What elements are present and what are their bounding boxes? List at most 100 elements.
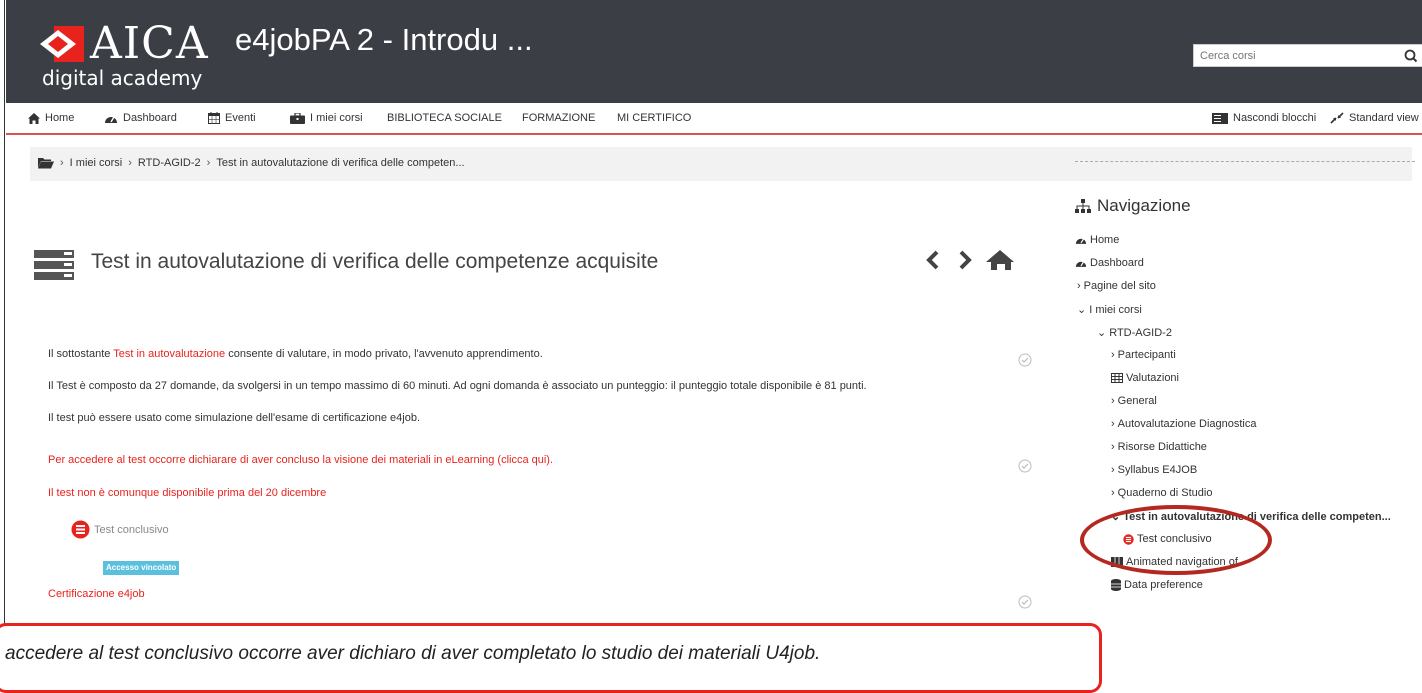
nav-my-courses[interactable]: I miei corsi	[290, 112, 363, 124]
annotation-callout: accedere al test conclusivo occorre aver…	[0, 623, 1102, 693]
chevron-right-icon: ›	[1111, 464, 1115, 476]
database-icon	[1111, 579, 1121, 591]
sidebar-item-participants[interactable]: › Partecipanti	[1111, 349, 1176, 361]
sidebar-item-label: RTD-AGID-2	[1109, 326, 1172, 339]
sidebar-item-label: Risorse Didattiche	[1117, 441, 1207, 453]
logo-subtitle: digital academy	[42, 66, 203, 90]
breadcrumb-separator: ›	[206, 157, 211, 169]
breadcrumb-course[interactable]: RTD-AGID-2	[138, 157, 201, 169]
calendar-icon	[208, 112, 220, 124]
chevron-right-icon: ›	[1111, 395, 1115, 407]
nav-home-label: Home	[45, 112, 75, 124]
page: AICA digital academy e4jobPA 2 - Introdu…	[0, 0, 1422, 693]
breadcrumb-separator: ›	[60, 157, 64, 169]
sidebar-item-label: Home	[1090, 234, 1120, 246]
breadcrumb-my-courses[interactable]: I miei corsi	[70, 157, 123, 169]
description-paragraph: Il Test è composto da 27 domande, da svo…	[48, 380, 867, 392]
sidebar-item-label: Data preference	[1124, 579, 1203, 591]
search-icon[interactable]	[1402, 47, 1420, 65]
course-search	[1193, 44, 1422, 67]
sidebar-item-course[interactable]: ⌄ RTD-AGID-2	[1097, 326, 1172, 340]
sidebar-item-resources[interactable]: › Risorse Didattiche	[1111, 441, 1207, 453]
chevron-down-icon: ⌄	[1077, 304, 1087, 316]
sidebar-item-label: Autovalutazione Diagnostica	[1117, 418, 1257, 430]
completion-check-icon[interactable]	[1018, 459, 1032, 473]
sidebar-item-syllabus[interactable]: › Syllabus E4JOB	[1111, 464, 1197, 476]
sidebar-item-grades[interactable]: Valutazioni	[1111, 372, 1179, 384]
nav-dashboard[interactable]: Dashboard	[104, 112, 177, 124]
sidebar-item-home[interactable]: Home	[1075, 234, 1119, 246]
window-edge	[0, 0, 5, 686]
table-icon	[1111, 373, 1123, 383]
breadcrumb-current[interactable]: Test in autovalutazione di verifica dell…	[216, 157, 464, 169]
nav-social-library[interactable]: BIBLIOTECA SOCIALE	[387, 112, 502, 124]
sidebar-item-dashboard[interactable]: Dashboard	[1075, 257, 1144, 269]
dashboard-icon	[1075, 261, 1087, 267]
next-icon[interactable]	[959, 250, 972, 270]
sidebar-item-label: Dashboard	[1090, 257, 1144, 269]
standard-view-label: Standard view	[1349, 112, 1419, 124]
navigation-title-label: Navigazione	[1097, 196, 1191, 215]
intro-text-end: consente di valutare, in modo privato, l…	[225, 348, 543, 360]
intro-link[interactable]: Test in autovalutazione	[113, 348, 225, 360]
folder-open-icon[interactable]	[38, 157, 54, 169]
completion-check-icon[interactable]	[1018, 353, 1032, 367]
main-content: Test in autovalutazione di verifica dell…	[30, 190, 1050, 620]
search-input[interactable]	[1194, 45, 1399, 66]
page-title: Test in autovalutazione di verifica dell…	[91, 250, 659, 273]
intro-paragraph: Il sottostante Test in autovalutazione c…	[48, 348, 543, 360]
chevron-down-icon: ⌄	[1097, 327, 1107, 339]
sidebar-item-label: Syllabus E4JOB	[1117, 464, 1198, 476]
breadcrumb-separator: ›	[128, 157, 132, 169]
sidebar-item-label: I miei corsi	[1089, 303, 1142, 316]
sidebar-item-label: Valutazioni	[1126, 372, 1179, 384]
nav-training[interactable]: FORMAZIONE	[522, 112, 595, 124]
chevron-right-icon: ›	[1077, 280, 1081, 292]
previous-icon[interactable]	[926, 250, 939, 270]
quiz-icon	[71, 520, 90, 539]
access-link[interactable]: Per accedere al test occorre dichiarare …	[48, 454, 553, 466]
restricted-access-badge[interactable]: Accesso vincolato	[103, 561, 180, 575]
sidebar-item-notebook[interactable]: › Quaderno di Studio	[1111, 487, 1212, 499]
nav-training-label: FORMAZIONE	[522, 112, 596, 124]
compress-icon	[1330, 112, 1344, 124]
dashboard-icon	[105, 116, 117, 123]
home-icon[interactable]	[986, 250, 1014, 270]
completion-check-icon[interactable]	[1018, 595, 1032, 609]
sidebar-item-label: Quaderno di Studio	[1117, 487, 1213, 499]
nav-certify-label: MI CERTIFICO	[617, 112, 692, 124]
nav-events-label: Eventi	[225, 112, 256, 124]
highlight-ellipse	[1080, 505, 1272, 575]
nav-home[interactable]: Home	[28, 112, 74, 124]
home-icon	[28, 112, 40, 124]
standard-view-button[interactable]: Standard view	[1330, 112, 1419, 124]
sidebar-item-general[interactable]: › General	[1111, 395, 1157, 407]
intro-text: Il sottostante	[48, 348, 114, 360]
nav-my-courses-label: I miei corsi	[310, 112, 363, 124]
chevron-right-icon: ›	[1111, 487, 1115, 499]
availability-note: Il test non è comunque disponibile prima…	[48, 487, 327, 499]
nav-events[interactable]: Eventi	[208, 112, 256, 124]
sitemap-icon	[1075, 199, 1091, 213]
nav-social-library-label: BIBLIOTECA SOCIALE	[387, 112, 502, 124]
sidebar-item-my-courses[interactable]: ⌄ I miei corsi	[1077, 303, 1142, 317]
hide-blocks-label: Nascondi blocchi	[1233, 112, 1317, 124]
nav-certify[interactable]: MI CERTIFICO	[617, 112, 691, 124]
briefcase-icon	[290, 112, 305, 124]
certification-link[interactable]: Certificazione e4job	[48, 588, 145, 600]
site-header: AICA digital academy e4jobPA 2 - Introdu…	[6, 0, 1422, 103]
sidebar-item-label: Pagine del sito	[1083, 280, 1156, 292]
sidebar-item-data-pref[interactable]: Data preference	[1111, 579, 1203, 591]
sidebar-item-site-pages[interactable]: › Pagine del sito	[1077, 280, 1156, 292]
final-test-label: Test conclusivo	[94, 523, 169, 536]
final-test-link[interactable]: Test conclusivo	[71, 520, 169, 539]
chevron-right-icon: ›	[1111, 418, 1115, 430]
sidebar-item-diagnostic[interactable]: › Autovalutazione Diagnostica	[1111, 418, 1256, 430]
sidebar-item-label: General	[1117, 395, 1157, 407]
sidebar-item-label: Partecipanti	[1117, 349, 1176, 361]
main-navbar: Home Dashboard Eventi I miei corsi BIBLI…	[6, 103, 1422, 135]
aica-logo[interactable]: AICA digital academy	[40, 20, 240, 92]
chevron-right-icon: ›	[1111, 349, 1115, 361]
dashboard-icon	[1075, 238, 1087, 244]
hide-blocks-button[interactable]: Nascondi blocchi	[1212, 112, 1316, 124]
